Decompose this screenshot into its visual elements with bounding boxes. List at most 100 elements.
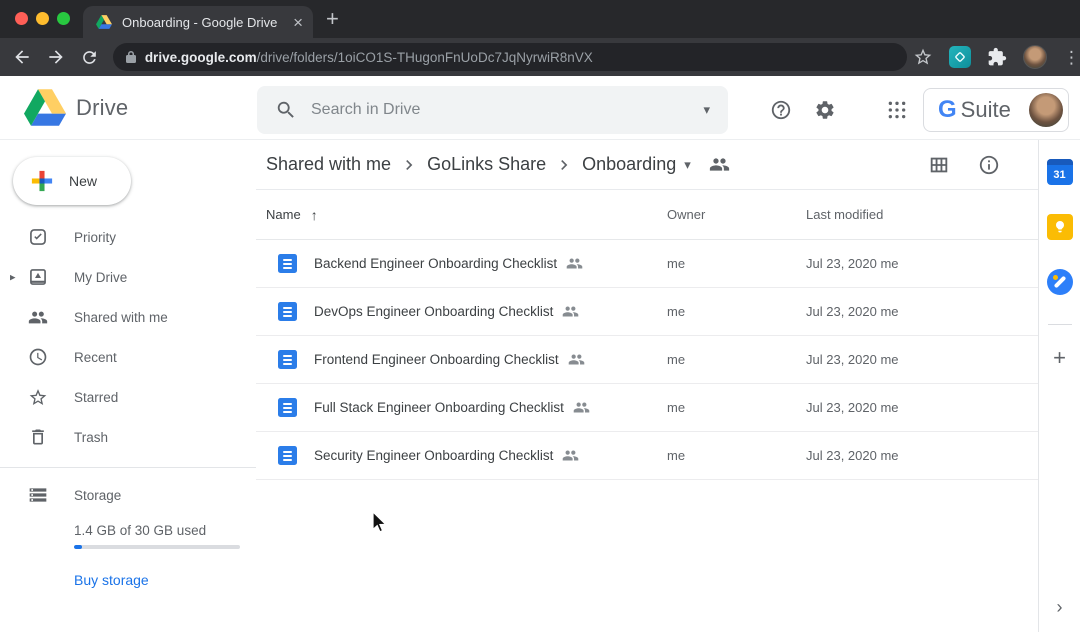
folder-menu-caret-icon[interactable]: ▾	[684, 157, 691, 173]
calendar-day-number: 31	[1053, 169, 1065, 181]
calendar-icon[interactable]: 31	[1047, 159, 1073, 185]
info-icon[interactable]	[978, 154, 1000, 176]
sidebar-item-label: My Drive	[74, 270, 127, 285]
sidebar-item-shared-with-me[interactable]: Shared with me	[0, 297, 256, 337]
grid-view-icon[interactable]	[928, 154, 950, 176]
shared-people-icon	[562, 447, 579, 464]
google-apps-button[interactable]	[885, 98, 909, 122]
toolbar-right: ⋮	[913, 45, 1080, 69]
breadcrumb-item-shared-with-me[interactable]: Shared with me	[266, 154, 391, 175]
help-button[interactable]	[769, 98, 793, 122]
file-owner: me	[667, 400, 806, 415]
breadcrumb-item-onboarding[interactable]: Onboarding	[582, 154, 676, 175]
browser-tab-strip: Onboarding - Google Drive × +	[0, 0, 1080, 38]
browser-tab[interactable]: Onboarding - Google Drive ×	[83, 6, 313, 38]
side-panel-rail: 31 + ›	[1038, 140, 1080, 632]
sidebar-item-storage[interactable]: Storage	[0, 475, 256, 515]
search-bar[interactable]: ▾	[257, 86, 728, 134]
forward-button[interactable]	[44, 45, 68, 69]
sidebar-item-label: Priority	[74, 230, 116, 245]
star-icon	[28, 387, 48, 407]
google-doc-icon	[278, 254, 297, 273]
browser-toolbar: drive.google.com/drive/folders/1oiCO1S-T…	[0, 38, 1080, 76]
file-name-cell: Backend Engineer Onboarding Checklist	[266, 254, 667, 273]
tab-close-icon[interactable]: ×	[293, 14, 303, 31]
shared-people-icon	[573, 399, 590, 416]
sidebar-item-priority[interactable]: Priority	[0, 217, 256, 257]
reload-button[interactable]	[78, 45, 102, 69]
rail-divider	[1048, 324, 1072, 325]
shared-people-icon	[566, 255, 583, 272]
sort-ascending-icon[interactable]: ↑	[311, 207, 318, 223]
file-name[interactable]: DevOps Engineer Onboarding Checklist	[314, 304, 553, 319]
file-row[interactable]: Frontend Engineer Onboarding Checklist m…	[256, 336, 1038, 384]
breadcrumb-item-golinks-share[interactable]: GoLinks Share	[427, 154, 546, 175]
url-domain: drive.google.com	[145, 50, 257, 65]
multicolor-plus-icon	[29, 168, 55, 194]
storage-progress-bar	[74, 545, 240, 549]
file-list: Backend Engineer Onboarding Checklist me…	[256, 240, 1038, 480]
get-add-ons-button[interactable]: +	[1053, 347, 1066, 369]
sidebar-item-my-drive[interactable]: ▸ My Drive	[0, 257, 256, 297]
file-name[interactable]: Frontend Engineer Onboarding Checklist	[314, 352, 559, 367]
window-minimize-button[interactable]	[36, 12, 49, 25]
file-row[interactable]: DevOps Engineer Onboarding Checklist me …	[256, 288, 1038, 336]
sidebar-item-label: Starred	[74, 390, 118, 405]
file-modified: Jul 23, 2020 me	[806, 352, 1028, 367]
hide-panel-chevron-icon[interactable]: ›	[1039, 597, 1080, 618]
account-avatar[interactable]	[1029, 93, 1063, 127]
sidebar-item-trash[interactable]: Trash	[0, 417, 256, 457]
file-name-cell: Frontend Engineer Onboarding Checklist	[266, 350, 667, 369]
window-close-button[interactable]	[15, 12, 28, 25]
google-doc-icon	[278, 350, 297, 369]
extension-badge-icon[interactable]	[949, 46, 971, 68]
file-row[interactable]: Full Stack Engineer Onboarding Checklist…	[256, 384, 1038, 432]
new-tab-button[interactable]: +	[326, 8, 339, 30]
column-header-name[interactable]: Name ↑	[266, 207, 667, 223]
file-owner: me	[667, 352, 806, 367]
apps-grid-icon	[887, 100, 907, 120]
forward-arrow-icon	[46, 47, 66, 67]
expand-caret-icon[interactable]: ▸	[10, 271, 16, 284]
main-content: Shared with me GoLinks Share Onboarding …	[256, 140, 1038, 632]
browser-profile-avatar[interactable]	[1023, 45, 1047, 69]
column-header-modified[interactable]: Last modified	[806, 207, 1028, 222]
file-name[interactable]: Backend Engineer Onboarding Checklist	[314, 256, 557, 271]
back-button[interactable]	[10, 45, 34, 69]
file-row[interactable]: Security Engineer Onboarding Checklist m…	[256, 432, 1038, 480]
sidebar-item-recent[interactable]: Recent	[0, 337, 256, 377]
search-input[interactable]	[311, 101, 703, 119]
file-owner: me	[667, 304, 806, 319]
drive-logo-icon[interactable]	[24, 89, 66, 126]
storage-icon	[28, 485, 48, 505]
search-options-caret-icon[interactable]: ▾	[703, 102, 710, 118]
new-button[interactable]: New	[13, 157, 131, 205]
settings-button[interactable]	[813, 98, 837, 122]
chevron-right-icon	[554, 155, 574, 175]
back-arrow-icon	[12, 47, 32, 67]
window-zoom-button[interactable]	[57, 12, 70, 25]
browser-menu-icon[interactable]: ⋮	[1063, 49, 1080, 66]
file-name[interactable]: Security Engineer Onboarding Checklist	[314, 448, 553, 463]
app-title: Drive	[76, 95, 128, 121]
chevron-right-icon	[399, 155, 419, 175]
sidebar-item-starred[interactable]: Starred	[0, 377, 256, 417]
gsuite-account-badge[interactable]: G Suite	[923, 88, 1069, 132]
bookmark-star-icon[interactable]	[913, 47, 933, 67]
url-text: drive.google.com/drive/folders/1oiCO1S-T…	[145, 50, 593, 65]
column-header-owner[interactable]: Owner	[667, 207, 806, 222]
file-name[interactable]: Full Stack Engineer Onboarding Checklist	[314, 400, 564, 415]
file-name-cell: DevOps Engineer Onboarding Checklist	[266, 302, 667, 321]
diamond-glyph-icon	[953, 50, 967, 64]
shared-people-icon	[568, 351, 585, 368]
tasks-icon[interactable]	[1047, 269, 1073, 295]
storage-label: Storage	[74, 488, 121, 503]
buy-storage-link[interactable]: Buy storage	[74, 572, 149, 588]
file-name-cell: Full Stack Engineer Onboarding Checklist	[266, 398, 667, 417]
clock-icon	[28, 347, 48, 367]
file-row[interactable]: Backend Engineer Onboarding Checklist me…	[256, 240, 1038, 288]
storage-usage-text: 1.4 GB of 30 GB used	[74, 523, 256, 538]
address-bar[interactable]: drive.google.com/drive/folders/1oiCO1S-T…	[113, 43, 907, 71]
extensions-puzzle-icon[interactable]	[987, 47, 1007, 67]
keep-icon[interactable]	[1047, 214, 1073, 240]
